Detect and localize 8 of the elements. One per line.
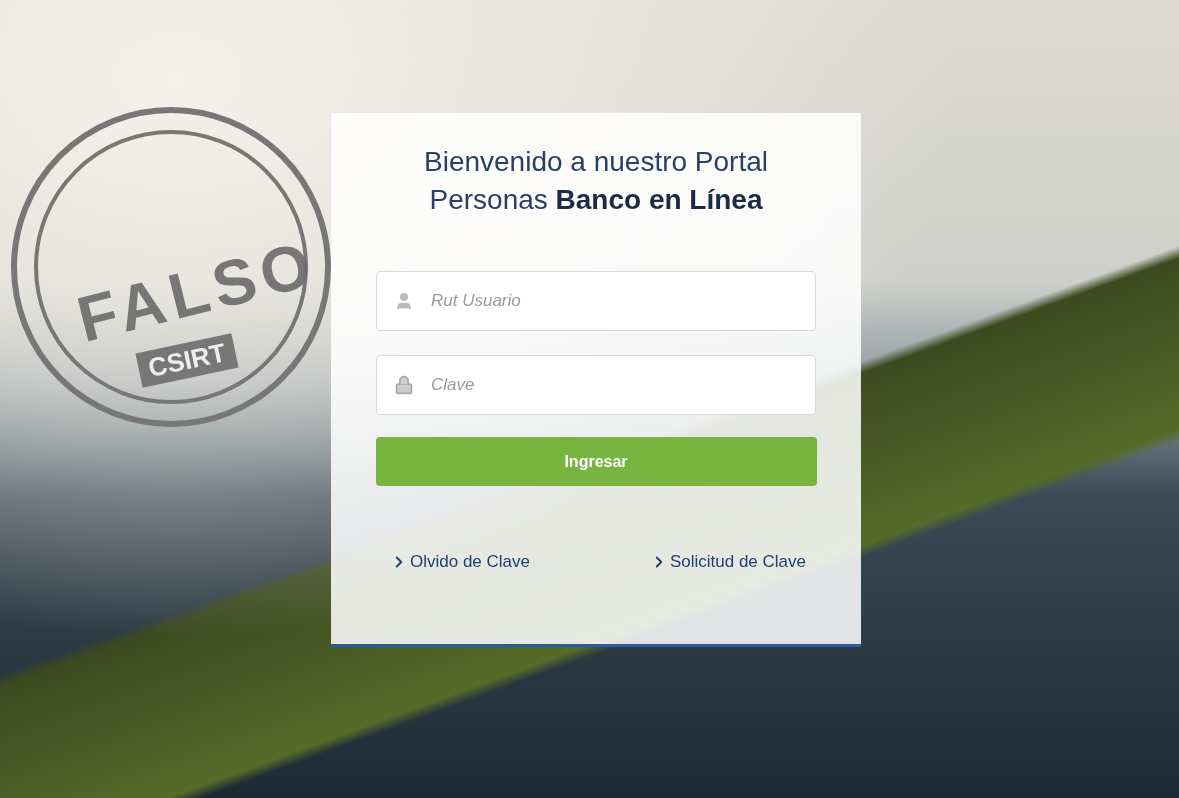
- password-field[interactable]: Clave: [376, 355, 816, 415]
- username-field[interactable]: Rut Usuario: [376, 271, 816, 331]
- text-link[interactable]: Solicitud de Clave: [649, 552, 806, 572]
- lock-icon: [394, 375, 414, 395]
- stamp-label: CSIRT: [135, 333, 239, 388]
- text-link[interactable]: Olvido de Clave: [390, 552, 530, 572]
- user-icon: [394, 291, 414, 311]
- welcome-title: Bienvenido a nuestro Portal Personas Banco en Línea: [423, 145, 769, 217]
